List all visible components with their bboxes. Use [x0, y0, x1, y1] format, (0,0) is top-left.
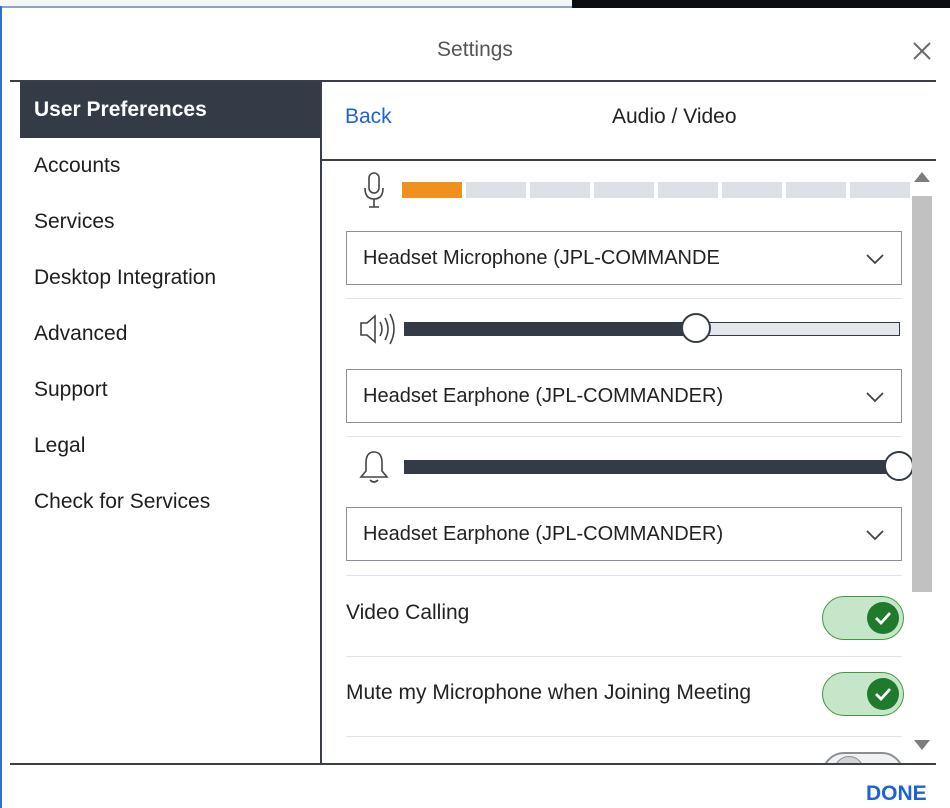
scrollbar-thumb[interactable] — [912, 196, 932, 592]
mic-level-segment — [658, 182, 718, 198]
row-divider — [346, 298, 902, 299]
speaker-icon — [360, 313, 395, 345]
settings-sidebar: User Preferences Accounts Services Deskt… — [20, 82, 321, 530]
sidebar-item-user-preferences[interactable]: User Preferences — [20, 82, 321, 138]
sidebar-item-services[interactable]: Services — [20, 194, 321, 250]
microphone-icon — [364, 172, 384, 208]
scroll-down-arrow[interactable] — [914, 740, 930, 750]
scroll-up-arrow[interactable] — [914, 172, 930, 182]
row-divider — [346, 736, 902, 737]
background-window-strip — [572, 0, 950, 8]
window-top-strip — [0, 0, 572, 8]
sidebar-divider — [320, 82, 322, 764]
panel-header-divider — [322, 159, 936, 161]
panel-title: Audio / Video — [612, 105, 737, 128]
mic-level-segment — [722, 182, 782, 198]
toggle-knob — [867, 602, 899, 634]
mute-on-join-toggle[interactable] — [822, 672, 904, 716]
mic-level-segment — [402, 182, 462, 198]
done-button[interactable]: DONE — [866, 782, 927, 806]
sidebar-item-support[interactable]: Support — [20, 362, 321, 418]
speaker-select[interactable]: Headset Earphone (JPL-COMMANDER) — [346, 369, 902, 423]
dialog-title: Settings — [437, 38, 513, 61]
video-calling-label: Video Calling — [346, 601, 470, 624]
mic-level-segment — [786, 182, 846, 198]
row-divider — [346, 575, 902, 576]
check-icon — [875, 612, 892, 626]
footer-divider — [10, 763, 936, 765]
chevron-down-icon — [866, 530, 884, 541]
speaker-volume-fill — [405, 323, 697, 335]
check-icon — [875, 688, 892, 702]
sidebar-item-advanced[interactable]: Advanced — [20, 306, 321, 362]
row-divider — [346, 436, 902, 437]
mic-level-meter — [402, 182, 910, 198]
back-link[interactable]: Back — [345, 105, 392, 129]
ringer-volume-fill — [405, 461, 899, 473]
bell-icon — [359, 451, 389, 483]
toggle-knob — [867, 678, 899, 710]
ringer-select-value: Headset Earphone (JPL-COMMANDER) — [363, 523, 724, 545]
sidebar-item-accounts[interactable]: Accounts — [20, 138, 321, 194]
microphone-select[interactable]: Headset Microphone (JPL-COMMANDE — [346, 231, 902, 285]
window-frame-left — [0, 6, 2, 808]
speaker-volume-slider[interactable] — [404, 313, 900, 343]
mic-level-segment — [850, 182, 910, 198]
sidebar-item-check-for-services[interactable]: Check for Services — [20, 474, 321, 530]
ringer-select[interactable]: Headset Earphone (JPL-COMMANDER) — [346, 507, 902, 561]
chevron-down-icon — [866, 392, 884, 403]
sidebar-item-desktop-integration[interactable]: Desktop Integration — [20, 250, 321, 306]
row-divider — [346, 656, 902, 657]
sidebar-item-legal[interactable]: Legal — [20, 418, 321, 474]
mic-level-segment — [594, 182, 654, 198]
speaker-select-value: Headset Earphone (JPL-COMMANDER) — [363, 385, 724, 407]
ringer-volume-thumb[interactable] — [884, 451, 914, 481]
close-icon[interactable] — [909, 38, 935, 64]
video-calling-toggle[interactable] — [822, 596, 904, 640]
ringer-volume-slider[interactable] — [404, 451, 914, 481]
mic-level-segment — [466, 182, 526, 198]
chevron-down-icon — [866, 254, 884, 265]
speaker-volume-thumb[interactable] — [681, 313, 712, 343]
mic-level-segment — [530, 182, 590, 198]
microphone-select-value: Headset Microphone (JPL-COMMANDE — [363, 247, 720, 269]
mute-on-join-label: Mute my Microphone when Joining Meeting — [346, 681, 752, 704]
